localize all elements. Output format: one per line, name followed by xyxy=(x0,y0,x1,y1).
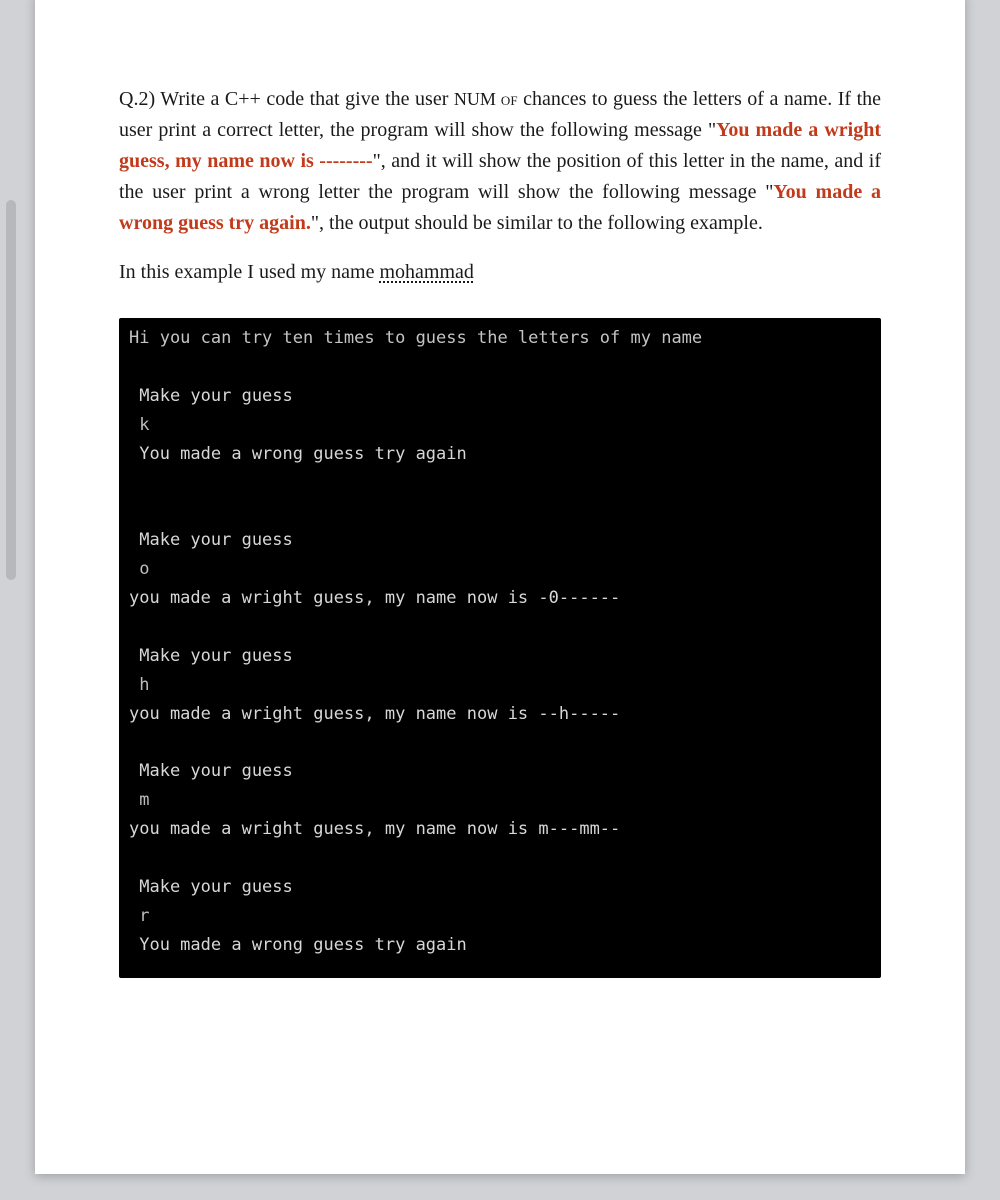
terminal-output: Hi you can try ten times to guess the le… xyxy=(119,318,881,978)
guess-input: k xyxy=(129,415,149,435)
example-note: In this example I used my name mohammad xyxy=(119,257,881,288)
question-prefix: Q.2) Write a C++ code that give the user xyxy=(119,88,454,110)
guess-input: h xyxy=(129,675,149,695)
guess-result: you made a wright guess, my name now is … xyxy=(129,588,620,608)
terminal-header: Hi you can try ten times to guess the le… xyxy=(129,328,702,348)
guess-prompt: Make your guess xyxy=(129,646,293,666)
guess-prompt: Make your guess xyxy=(129,530,293,550)
guess-prompt: Make your guess xyxy=(129,877,293,897)
question-part3: ", the output should be similar to the f… xyxy=(311,212,763,234)
guess-result: You made a wrong guess try again xyxy=(129,444,467,464)
example-name: mohammad xyxy=(380,261,474,283)
guess-input: r xyxy=(129,906,149,926)
example-note-prefix: In this example I used my name xyxy=(119,261,380,283)
num-of-token: NUM of xyxy=(454,89,518,109)
guess-result: you made a wright guess, my name now is … xyxy=(129,819,620,839)
scrollbar-thumb[interactable] xyxy=(6,200,16,580)
guess-input: m xyxy=(129,790,149,810)
guess-prompt: Make your guess xyxy=(129,386,293,406)
question-text: Q.2) Write a C++ code that give the user… xyxy=(119,84,881,239)
guess-result: you made a wright guess, my name now is … xyxy=(129,704,620,724)
guess-result: You made a wrong guess try again xyxy=(129,935,467,955)
guess-prompt: Make your guess xyxy=(129,761,293,781)
guess-input: o xyxy=(129,559,149,579)
document-page: Q.2) Write a C++ code that give the user… xyxy=(35,0,965,1174)
